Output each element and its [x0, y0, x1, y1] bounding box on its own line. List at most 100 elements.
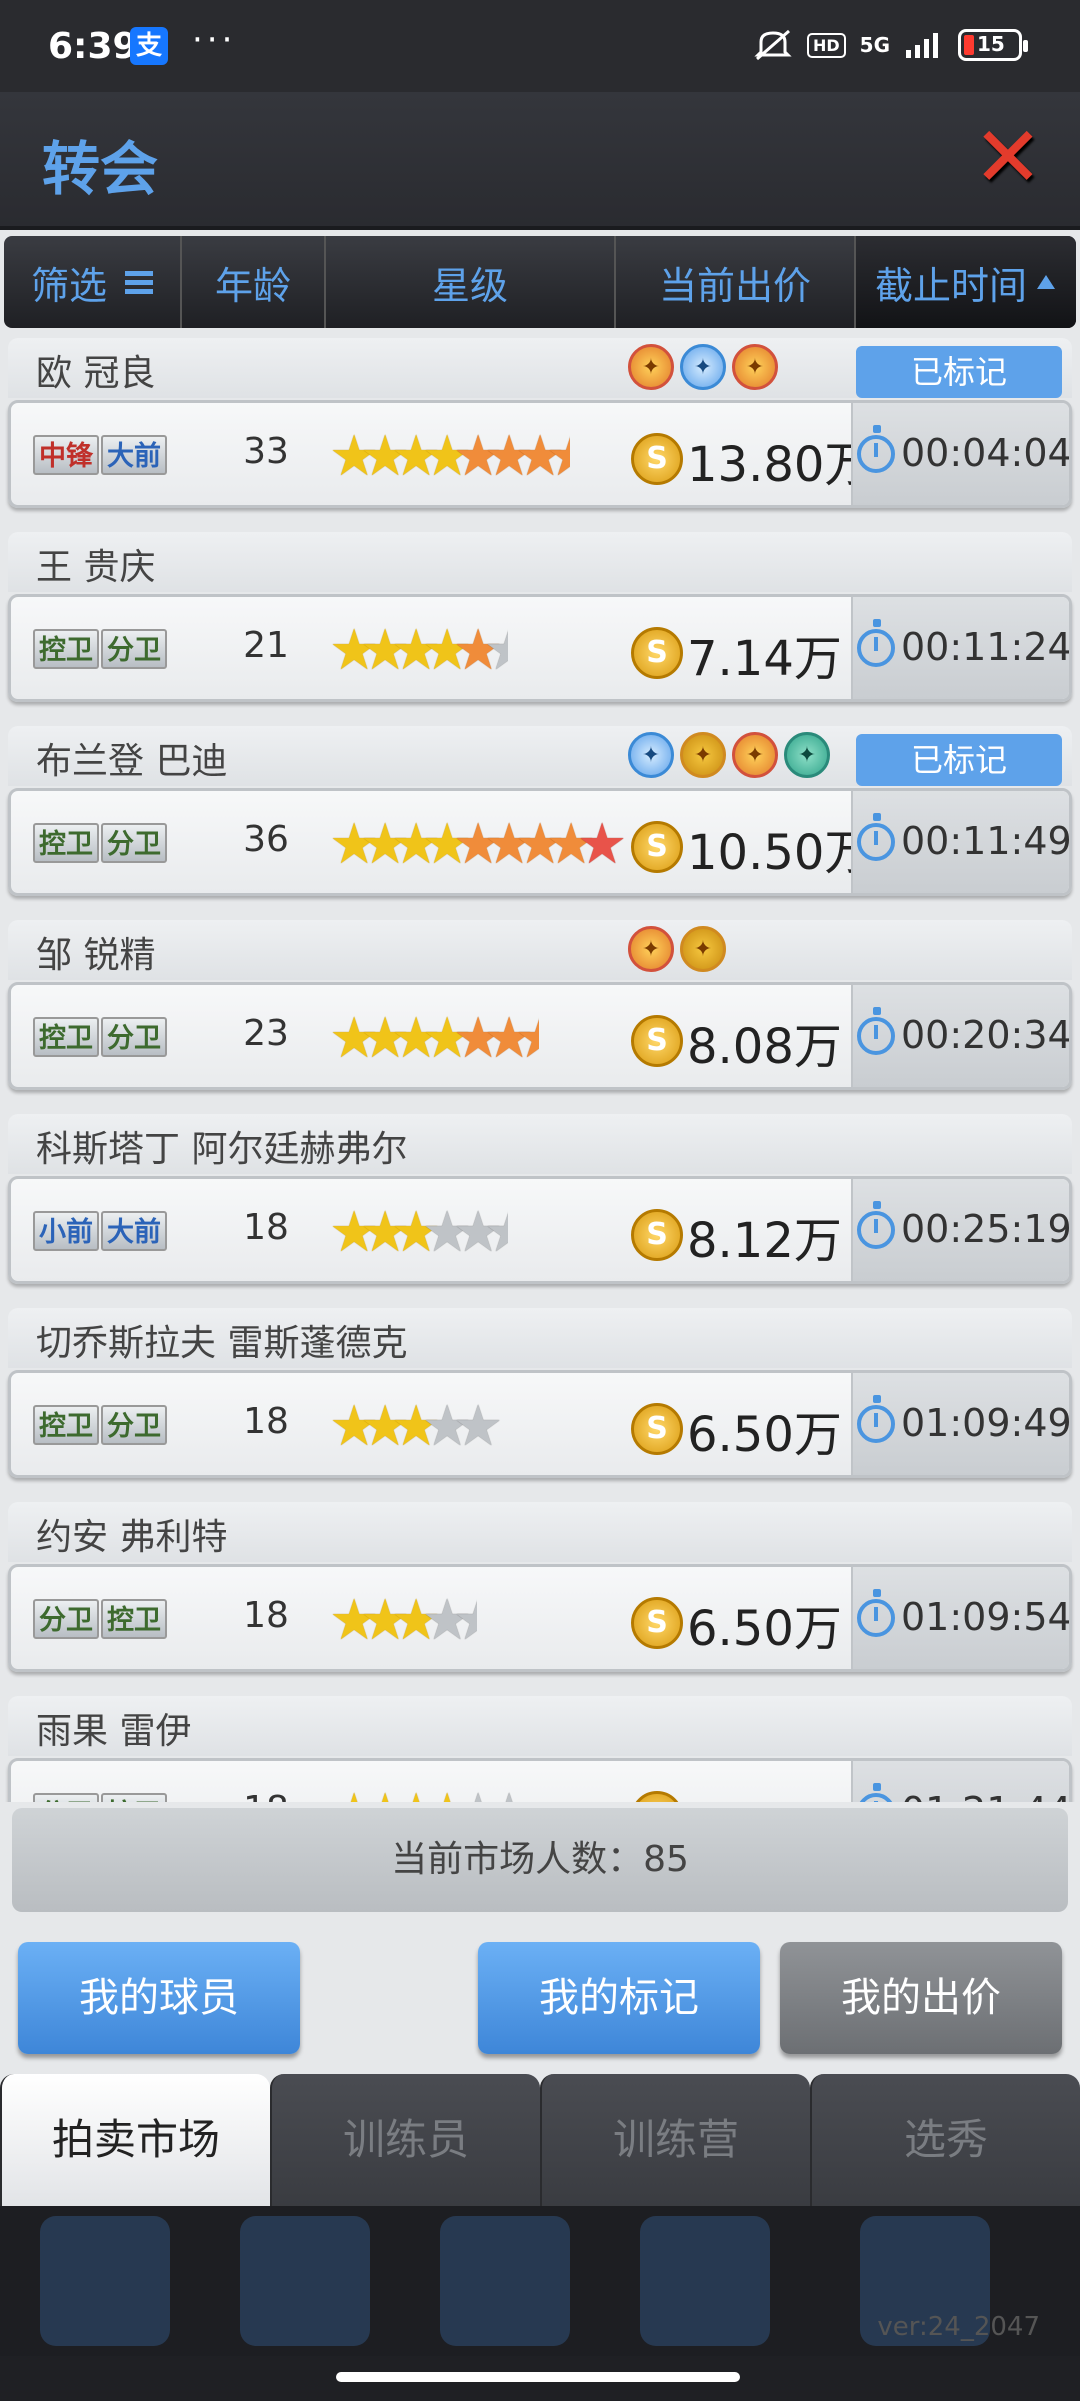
tab-auction-market[interactable]: 拍卖市场: [0, 2074, 270, 2206]
star-rating: ★★★★★★★★: [329, 429, 570, 485]
player-age: 23: [243, 1013, 289, 1054]
player-list-item[interactable]: 切乔斯拉夫 雷斯蓬德克 控卫 分卫 18 ★ ★ ★ ★ ★ S 6.50万 01:09:49: [8, 1308, 1072, 1484]
skill-badge-icon: ✦: [680, 344, 726, 390]
page-title: 转会: [42, 135, 159, 203]
marked-badge: 已标记: [856, 346, 1062, 398]
skill-badge-icon: ✦: [680, 926, 726, 972]
deadline-box: 01:09:54: [851, 1567, 1069, 1669]
position-tags: 控卫 分卫: [33, 1017, 167, 1057]
star-icon: ★: [391, 618, 442, 683]
game-bottom-bar: ver:24_2047: [0, 2206, 1080, 2356]
player-list-item[interactable]: 邹 锐精✦✦控卫分卫23★★★★★★★S8.08万00:20:34: [8, 920, 1072, 1096]
star-icon: ★: [453, 1787, 503, 1803]
transfer-panel: 筛选 年龄 星级 当前出价 截止时间 欧 冠良 ✦ ✦ ✦ 已标记 中锋 大前 33 ★ ★: [0, 230, 1080, 2205]
position-tag: 中锋: [33, 435, 99, 475]
status-bar: 6:39 支 ··· HD 5G 15: [0, 0, 1080, 92]
star-icon: ★: [360, 1787, 410, 1803]
skill-badge-icon: ✦: [628, 344, 674, 390]
player-age: 33: [243, 431, 289, 472]
my-bids-button[interactable]: 我的出价: [780, 1942, 1062, 2054]
title-bar: 转会 ✕: [0, 92, 1080, 230]
tab-trainers[interactable]: 训练员: [270, 2074, 540, 2206]
position-tags: 控卫 分卫: [33, 1405, 167, 1445]
player-list[interactable]: 欧 冠良✦✦✦已标记中锋大前33★★★★★★★★S13.80万00:04:04王…: [0, 334, 1080, 1802]
position-tags: 分卫控卫: [33, 1599, 167, 1639]
player-name: 科斯塔丁 阿尔廷赫弗尔: [36, 1129, 408, 1170]
skill-badge-icon: ✦: [784, 732, 830, 778]
star-icon: ★: [484, 623, 508, 679]
tab-training-camp[interactable]: 训练营: [540, 2074, 810, 2206]
star-icon: ★: [391, 1006, 442, 1071]
current-bid: 6.50万: [687, 1601, 842, 1657]
player-row[interactable]: 控卫 分卫 36 ★ ★ ★ ★ ★ ★ ★ ★ ★ S 10.50万 00:11:49: [8, 788, 1072, 896]
star-icon: ★: [329, 1006, 380, 1071]
sort-age[interactable]: 年龄: [182, 236, 326, 328]
player-row[interactable]: 分卫控卫18★★★★★S6.50万01:09:54: [8, 1564, 1072, 1672]
sort-deadline[interactable]: 截止时间: [856, 236, 1076, 328]
game-nav-icon: [40, 2216, 170, 2346]
player-age: 36: [243, 819, 289, 860]
close-icon[interactable]: ✕: [970, 115, 1046, 199]
star-icon: ★: [360, 1006, 411, 1071]
star-icon: ★: [360, 1588, 411, 1653]
player-age: 18: [243, 1401, 289, 1442]
player-name: 邹 锐精: [36, 935, 156, 976]
current-bid: 7.14万: [687, 631, 842, 687]
star-icon: ★: [422, 1394, 473, 1459]
player-row[interactable]: 小前大前18★★★★★★S8.12万00:25:19: [8, 1176, 1072, 1284]
player-list-item[interactable]: 约安 弗利特分卫控卫18★★★★★S6.50万01:09:54: [8, 1502, 1072, 1678]
star-icon: ★: [329, 812, 380, 877]
stopwatch-icon: [857, 1007, 895, 1055]
star-icon: ★: [422, 1787, 472, 1803]
star-icon: ★: [484, 424, 535, 489]
sort-price[interactable]: 当前出价: [616, 236, 856, 328]
status-time: 6:39: [48, 26, 138, 67]
player-row[interactable]: 中锋大前33★★★★★★★★S13.80万00:04:04: [8, 400, 1072, 508]
star-icon: ★: [515, 424, 566, 489]
my-players-button[interactable]: 我的球员: [18, 1942, 300, 2054]
sort-ascending-icon: [1037, 275, 1055, 289]
star-rating: ★★★★★: [329, 1593, 477, 1649]
home-indicator[interactable]: [336, 2372, 740, 2382]
position-tags: 控卫 分卫: [33, 629, 167, 669]
player-row[interactable]: 控卫 分卫 18 ★ ★ ★ ★ ★ S 6.50万 01:09:49: [8, 1370, 1072, 1478]
filter-button[interactable]: 筛选: [4, 236, 182, 328]
star-icon: ★: [422, 812, 473, 877]
alipay-icon: 支: [130, 27, 168, 65]
star-icon: ★: [360, 424, 411, 489]
star-icon: ★: [391, 1200, 442, 1265]
star-icon: ★: [453, 618, 504, 683]
player-list-item[interactable]: 布兰登 巴迪 ✦ ✦ ✦ ✦ 已标记 控卫 分卫 36 ★ ★ ★ ★ ★ ★ ★ ★ ★ S 10.50万 00:11…: [8, 726, 1072, 902]
tab-draft[interactable]: 选秀: [810, 2074, 1080, 2206]
star-icon: ★: [329, 1394, 380, 1459]
player-list-item[interactable]: 欧 冠良✦✦✦已标记中锋大前33★★★★★★★★S13.80万00:04:04: [8, 338, 1072, 514]
star-icon: ★: [484, 812, 535, 877]
menu-icon: [125, 271, 153, 294]
player-list-item[interactable]: 雨果 雷伊分卫控卫18★★★★★★S7.96万01:21:44: [8, 1696, 1072, 1802]
star-icon: ★: [484, 1787, 534, 1803]
skill-badge-icon: ✦: [628, 926, 674, 972]
my-marks-button[interactable]: 我的标记: [478, 1942, 760, 2054]
player-row[interactable]: 分卫控卫18★★★★★★S7.96万01:21:44: [8, 1758, 1072, 1802]
time-remaining: 01:09:49: [901, 1401, 1072, 1445]
player-row[interactable]: 控卫分卫23★★★★★★★S8.08万00:20:34: [8, 982, 1072, 1090]
player-list-item[interactable]: 王 贵庆控卫分卫21★★★★★★S7.14万00:11:24: [8, 532, 1072, 708]
list-header: 筛选 年龄 星级 当前出价 截止时间: [4, 236, 1076, 328]
player-list-item[interactable]: 科斯塔丁 阿尔廷赫弗尔小前大前18★★★★★★S8.12万00:25:19: [8, 1114, 1072, 1290]
player-row[interactable]: 控卫分卫21★★★★★★S7.14万00:11:24: [8, 594, 1072, 702]
age-header-label: 年龄: [214, 263, 291, 308]
signal-icon: [906, 33, 938, 58]
coin-icon: S: [631, 627, 683, 679]
position-tag: 分卫: [33, 1793, 99, 1802]
current-bid: 8.08万: [687, 1019, 842, 1075]
current-bid: 10.50万: [687, 825, 873, 881]
star-icon: ★: [422, 1200, 473, 1265]
player-name-bar: 布兰登 巴迪 ✦ ✦ ✦ ✦ 已标记: [8, 726, 1072, 786]
sort-stars[interactable]: 星级: [326, 236, 616, 328]
stopwatch-icon: [857, 1589, 895, 1637]
player-name: 切乔斯拉夫 雷斯蓬德克: [36, 1323, 408, 1364]
star-rating: ★ ★ ★ ★ ★ ★ ★ ★ ★: [329, 812, 627, 877]
position-tags: 中锋 大前: [33, 435, 167, 475]
star-icon: ★: [546, 429, 570, 485]
current-bid: 8.12万: [687, 1213, 842, 1269]
